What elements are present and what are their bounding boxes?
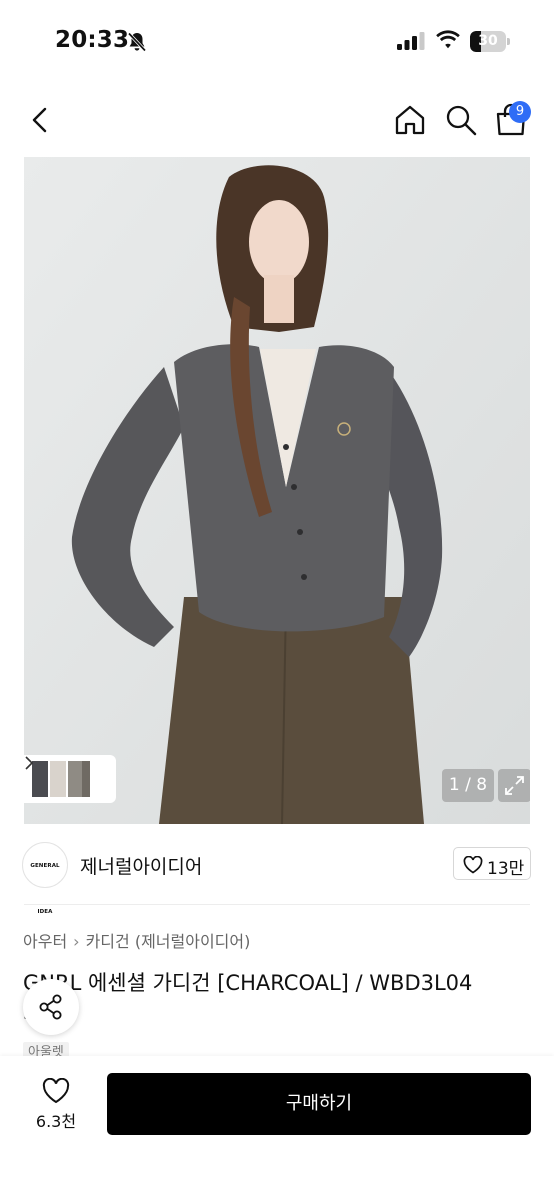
battery-icon: 30 bbox=[470, 31, 510, 52]
bell-slash-icon bbox=[127, 32, 147, 52]
brand-like-count: 13만 bbox=[487, 859, 525, 879]
expand-icon bbox=[505, 776, 524, 795]
heart-icon bbox=[463, 856, 483, 874]
wishlist-button[interactable]: 6.3천 bbox=[22, 1074, 90, 1134]
top-nav bbox=[0, 90, 554, 150]
product-title: GNRL 에센셜 가디건 [CHARCOAL] / WBD3L04 bbox=[23, 971, 473, 995]
thumbnail-4[interactable] bbox=[82, 761, 90, 797]
buy-button[interactable]: 구매하기 bbox=[107, 1073, 531, 1135]
category-breadcrumb: 아우터 › 카디건 (제너럴아이디어) bbox=[23, 928, 250, 952]
image-counter: 1 / 8 bbox=[442, 769, 494, 802]
wishlist-count: 6.3천 bbox=[35, 1112, 77, 1131]
thumbnail-1[interactable] bbox=[32, 761, 48, 797]
expand-button[interactable] bbox=[498, 769, 530, 802]
category-secondary[interactable]: 카디건 (제너럴아이디어) bbox=[86, 928, 251, 952]
brand-name[interactable]: 제너럴아이디어 bbox=[80, 852, 202, 879]
signal-icon bbox=[397, 32, 425, 50]
product-photo bbox=[24, 157, 530, 824]
divider bbox=[24, 904, 530, 905]
category-primary[interactable]: 아우터 bbox=[23, 928, 67, 952]
battery-level: 30 bbox=[478, 33, 498, 49]
status-time: 20:33 bbox=[55, 27, 130, 53]
brand-row[interactable]: GENERAL IDEA 제너럴아이디어 13만 bbox=[0, 838, 554, 915]
chevron-right-icon: › bbox=[73, 932, 80, 951]
heart-icon bbox=[42, 1078, 70, 1104]
brand-logo[interactable]: GENERAL IDEA bbox=[22, 842, 68, 915]
search-icon[interactable] bbox=[444, 103, 478, 137]
product-image-gallery[interactable]: 1 / 8 bbox=[24, 157, 530, 824]
brand-like-button[interactable]: 13만 bbox=[453, 847, 531, 880]
share-button[interactable] bbox=[23, 979, 79, 1035]
chevron-right-icon bbox=[25, 756, 34, 770]
home-icon[interactable] bbox=[393, 103, 427, 137]
share-icon bbox=[39, 994, 62, 1020]
wifi-icon bbox=[436, 30, 460, 49]
thumbnail-2[interactable] bbox=[50, 761, 66, 797]
status-bar: 20:33 30 bbox=[0, 0, 554, 80]
bottom-action-bar: 6.3천 구매하기 bbox=[0, 1056, 554, 1200]
thumbnail-strip[interactable] bbox=[24, 755, 116, 803]
cart-count-badge: 9 bbox=[509, 101, 531, 123]
chevron-left-icon[interactable] bbox=[28, 104, 52, 136]
